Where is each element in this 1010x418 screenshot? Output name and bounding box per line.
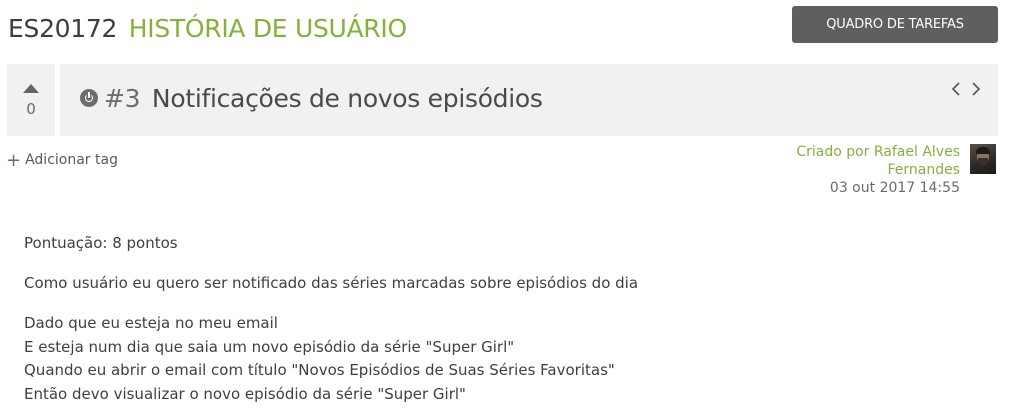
plus-icon: + [6,150,22,171]
story-summary: Como usuário eu quero ser notificado das… [24,274,639,292]
add-tag-label: Adicionar tag [25,152,118,168]
creator-line-1[interactable]: Criado por Rafael Alves [796,143,960,161]
creator-info: Criado por Rafael Alves Fernandes 03 out… [796,143,960,197]
story-number: #3 [104,84,141,113]
story-description: Pontuação: 8 pontos Como usuário eu quer… [24,232,638,406]
story-points: Pontuação: 8 pontos [24,234,178,252]
project-ref: ES20172 [8,14,118,43]
story-header: #3 Notificações de novos episódios [60,64,998,136]
taskboard-button[interactable]: QUADRO DE TAREFAS [792,6,998,43]
vote-panel: 0 [7,64,55,136]
story-title: #3 Notificações de novos episódios [104,82,543,116]
vote-count: 0 [26,100,36,118]
created-date: 03 out 2017 14:55 [829,180,960,196]
upvote-icon[interactable] [23,84,39,93]
scenario-line: Dado que eu esteja no meu email [24,314,278,332]
item-kind: HISTÓRIA DE USUÁRIO [128,14,407,43]
scenario-line: Quando eu abrir o email com título "Novo… [24,361,615,379]
creator-line-2[interactable]: Fernandes [796,161,960,179]
avatar[interactable] [970,144,996,174]
scenario-line: E esteja num dia que saia um novo episód… [24,337,515,356]
acceptance-scenario: Dado que eu esteja no meu email E esteja… [24,312,638,406]
add-tag-button[interactable]: + Adicionar tag [6,150,118,171]
story-subject[interactable]: Notificações de novos episódios [152,84,543,113]
scenario-line: Então devo visualizar o novo episódio da… [24,384,466,403]
page-title: ES20172 HISTÓRIA DE USUÁRIO [8,12,407,46]
status-icon[interactable] [80,89,98,107]
chevron-right-icon[interactable] [964,79,984,99]
